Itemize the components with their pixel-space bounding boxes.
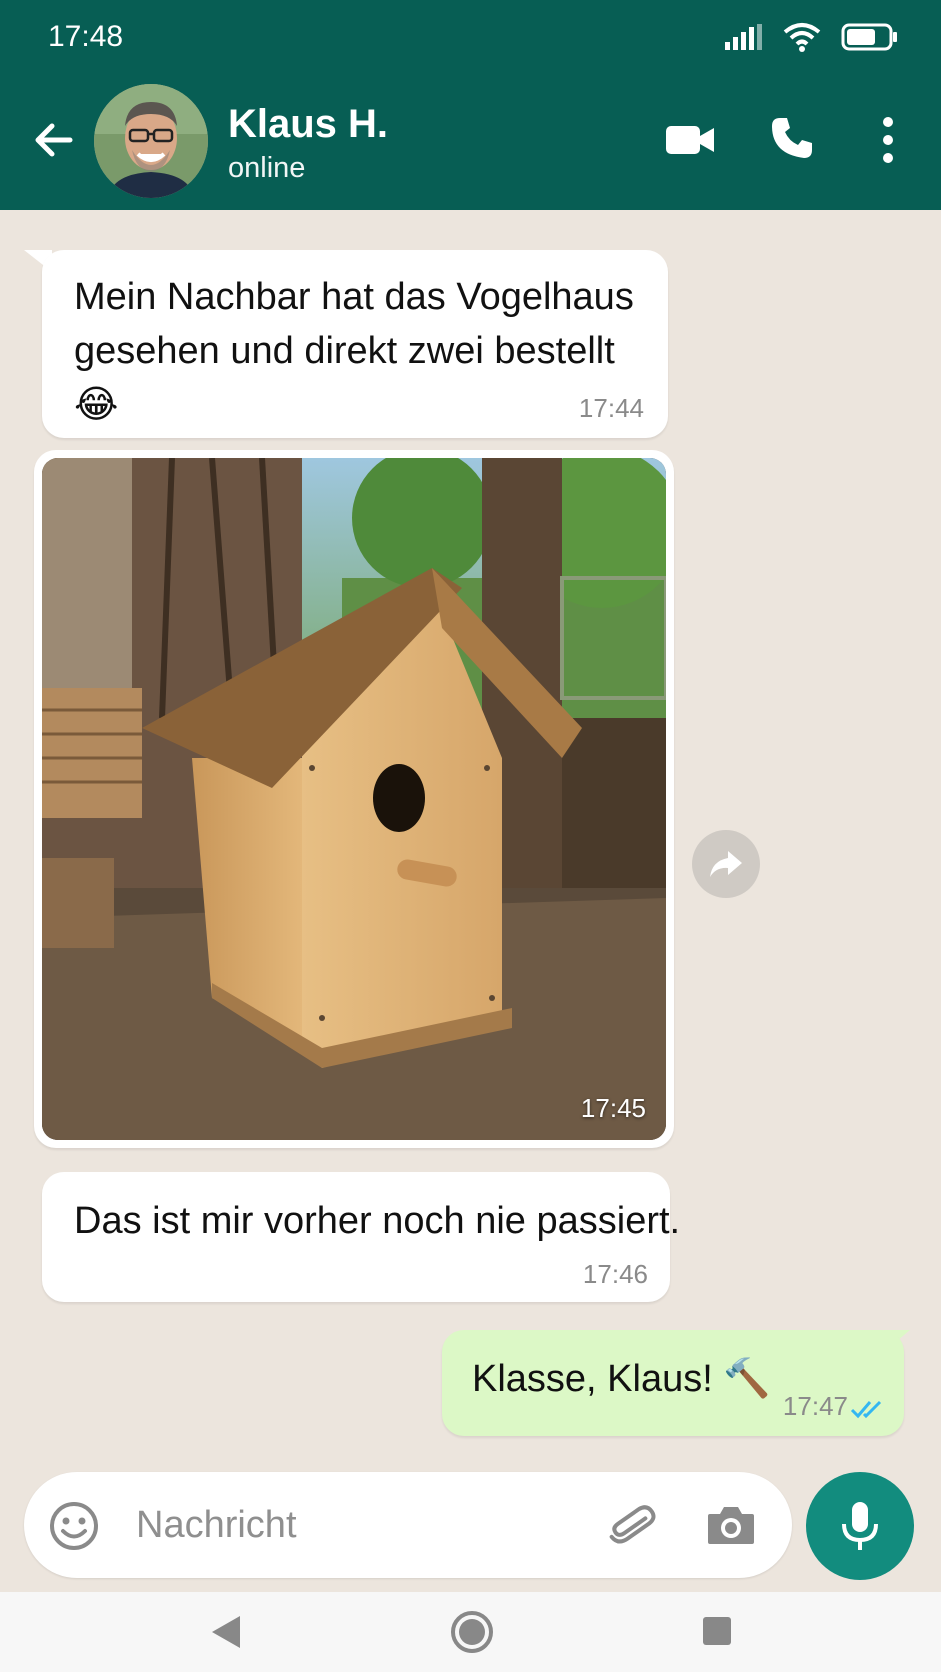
avatar-image <box>94 84 208 198</box>
chat-area[interactable]: Mein Nachbar hat das Vogelhaus gesehen u… <box>0 210 941 1472</box>
message-image[interactable]: 17:45 <box>34 450 674 1148</box>
message-outgoing[interactable]: Klasse, Klaus! 🔨 17:47 <box>442 1330 904 1436</box>
battery-icon <box>841 23 897 51</box>
forward-button[interactable] <box>692 830 760 898</box>
message-time: 17:47 <box>782 1391 848 1421</box>
status-time: 17:48 <box>48 20 124 53</box>
image-time: 17:45 <box>580 1093 646 1123</box>
message-time: 17:44 <box>578 393 644 423</box>
paperclip-icon[interactable] <box>604 1498 658 1552</box>
system-nav-bar <box>0 1592 941 1672</box>
status-icons <box>725 22 899 52</box>
emoji-icon[interactable] <box>48 1500 100 1552</box>
more-vert-icon[interactable] <box>870 114 906 166</box>
nav-home-icon[interactable] <box>450 1610 494 1654</box>
message-text: Das ist mir vorher noch nie passiert. <box>74 1200 681 1242</box>
birdhouse-image <box>42 458 666 1140</box>
contact-name[interactable]: Klaus H. <box>228 102 388 147</box>
chat-header: Klaus H. online <box>0 72 941 210</box>
message-time: 17:46 <box>582 1259 648 1289</box>
message-text: Klasse, Klaus! 🔨 <box>472 1358 771 1400</box>
message-text: Mein Nachbar hat das Vogelhaus gesehen u… <box>74 276 634 426</box>
contact-status: online <box>228 152 306 184</box>
message-input[interactable] <box>136 1496 556 1554</box>
avatar[interactable] <box>94 84 208 198</box>
phone-icon[interactable] <box>768 114 816 162</box>
nav-back-icon[interactable] <box>208 1612 244 1652</box>
nav-recents-icon[interactable] <box>700 1614 734 1648</box>
message-incoming[interactable]: Das ist mir vorher noch nie passiert. 17… <box>42 1172 680 1302</box>
read-ticks-icon <box>850 1400 882 1419</box>
status-bar: 17:48 <box>0 0 941 72</box>
video-camera-icon[interactable] <box>664 116 716 164</box>
forward-icon <box>710 851 742 877</box>
message-composer <box>24 1472 792 1578</box>
camera-icon[interactable] <box>706 1502 756 1548</box>
message-incoming[interactable]: Mein Nachbar hat das Vogelhaus gesehen u… <box>42 250 668 438</box>
mic-button[interactable] <box>806 1472 914 1580</box>
back-arrow-icon[interactable] <box>30 116 78 164</box>
birdhouse-photo[interactable]: 17:45 <box>42 458 666 1140</box>
wifi-icon <box>783 23 821 52</box>
mic-icon <box>842 1502 878 1550</box>
signal-icon <box>725 24 762 50</box>
